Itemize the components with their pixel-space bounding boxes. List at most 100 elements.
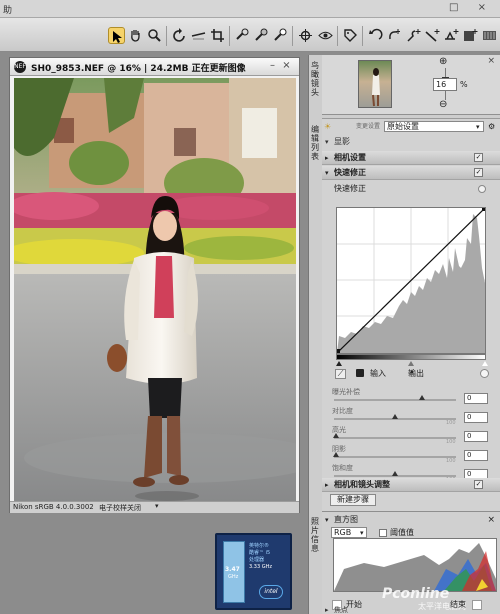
threshold-checkbox[interactable] [379,529,387,537]
zoom-in-icon[interactable]: ⊕ [439,56,447,67]
black-point-slider[interactable] [336,361,342,366]
slider-thumb[interactable] [392,471,398,476]
image-window-title: SH0_9853.NEF @ 16% | 24.2MB 正在更新图像 [31,64,246,74]
panel-close-icon[interactable]: × [487,56,495,66]
reset-radio[interactable] [478,185,486,193]
right-panel: 鸟瞰镜头 ⊕ 16 % ⊖ × 编辑列表 ☀ 变更设置 原始设置 ▾ ⚙ ▾ 显… [308,55,500,614]
cpu-speed: 3.33 GHz [249,564,272,570]
slider-value-input[interactable]: 0 [464,450,488,461]
slider-track[interactable] [334,437,456,439]
collapse-histogram-icon[interactable]: ▾ [325,513,329,527]
input-gradient-bar [336,354,486,360]
slider-value-input[interactable]: 0 [464,431,488,442]
tag-icon[interactable] [342,27,359,44]
slider-thumb[interactable] [333,433,340,438]
white-point-icon[interactable] [272,27,289,44]
tone-curve-graph[interactable] [335,206,487,354]
control-point-icon[interactable] [297,27,314,44]
sun-settings-icon: ☀ [324,122,332,131]
color-profile-label: Nikon sRGB 4.0.0.3002 [13,503,94,511]
gear-icon[interactable]: ⚙ [488,120,495,134]
camera-settings-header[interactable]: ▸ 相机设置 ✓ [322,151,500,165]
crop-icon[interactable] [209,27,226,44]
white-point-slider[interactable] [482,361,488,366]
quick-fix-sub-label: 快速修正 [334,184,366,193]
image-status-bar: Nikon sRGB 4.0.0.3002 电子校样关闭 ▾ [10,501,299,513]
balance-plus-icon[interactable] [443,27,460,44]
straighten-icon[interactable] [190,27,207,44]
minimize-button[interactable]: – [267,61,278,72]
window-buttons[interactable]: □ × [449,2,494,13]
collapse-quickfix-icon[interactable]: ▾ [325,166,329,180]
lens-correction-checkbox[interactable]: ✓ [474,480,483,489]
slider-label: 曝光补偿 [332,388,360,396]
slider-scale-label: 100 [446,420,456,426]
slider-label: 对比度 [332,407,353,415]
slider-value-input[interactable]: 0 [464,412,488,423]
image-window-titlebar[interactable]: NEF SH0_9853.NEF @ 16% | 24.2MB 正在更新图像 –… [10,58,299,76]
grid-plus-icon[interactable] [462,27,479,44]
zoom-unit-label: % [460,80,468,89]
collapse-icon[interactable]: ▾ [325,135,329,149]
settings-select[interactable]: 原始设置 [384,121,484,132]
image-window: NEF SH0_9853.NEF @ 16% | 24.2MB 正在更新图像 –… [9,57,300,513]
soft-proof-status[interactable]: 电子校样关闭 [99,503,141,513]
photo-info-tab[interactable]: 照片信息 [311,517,321,553]
expand-focus-icon[interactable]: ▸ [325,607,329,614]
black-dropper-icon[interactable] [356,369,364,377]
develop-label: 显影 [334,137,350,146]
nef-file-icon: NEF [14,61,26,73]
histogram-close-icon[interactable]: × [487,513,495,527]
focus-label: 焦点 [334,606,348,614]
cpu-ghz: GHz [228,574,239,580]
hand-icon[interactable] [127,27,144,44]
intel-cpu-badge: 3.47 GHz 英特尔® 酷睿™ i5 处理器 3.33 GHz intel [215,533,292,610]
slider-thumb[interactable] [333,452,340,457]
histogram-panel: ▾ 直方图 × RGB ▾ 阈值值 Pconline 太平洋电脑网 开始 结束 [322,511,500,614]
settings-dropdown-icon[interactable]: ▾ [476,120,480,134]
slider-label: 饱和度 [332,464,353,472]
curve-tool-icon[interactable]: ⟋ [335,369,346,379]
red-eye-icon[interactable] [234,27,251,44]
lens-correction-label: 相机和镜头调整 [334,480,390,489]
eye-icon[interactable] [317,27,334,44]
lens-correction-header[interactable]: ▸ 相机和镜头调整 ✓ [322,478,500,492]
quick-fix-checkbox[interactable]: ✓ [474,168,483,177]
slider-track[interactable] [334,399,456,401]
camera-settings-checkbox[interactable]: ✓ [474,153,483,162]
birdseye-tab[interactable]: 鸟瞰镜头 [311,61,321,97]
expand-lens-icon[interactable]: ▸ [325,478,329,492]
zoom-icon[interactable] [146,27,163,44]
rotate-icon[interactable] [171,27,188,44]
color-plus-icon[interactable] [405,27,422,44]
filmstrip-icon[interactable] [481,27,498,44]
slider-thumb[interactable] [392,414,398,419]
cpu-line-1: 英特尔® [249,543,270,549]
slider-value-input[interactable]: 0 [464,393,488,404]
quick-fix-label: 快速修正 [334,168,366,177]
toolbar [0,18,500,52]
input-label: 输入 [370,369,386,378]
help-menu[interactable]: 助 [3,3,12,16]
new-step-button[interactable]: 新建步骤 [330,494,376,506]
birdseye-thumbnail[interactable] [358,60,392,108]
undo-icon[interactable] [367,27,384,44]
edit-list-tab[interactable]: 编辑列表 [311,125,321,161]
slider-track[interactable] [334,456,456,458]
line-plus-icon[interactable] [424,27,441,44]
color-picker-icon[interactable] [253,27,270,44]
photo-canvas[interactable] [14,78,296,502]
quick-fix-header[interactable]: ▾ 快速修正 ✓ [322,166,500,180]
proof-dropdown-icon[interactable]: ▾ [155,502,159,510]
histogram-graph [333,538,497,592]
close-button[interactable]: × [281,61,292,72]
zoom-out-icon[interactable]: ⊖ [439,99,447,110]
direct-select-icon[interactable] [108,27,125,44]
slider-thumb[interactable] [418,395,425,400]
rotate-plus-icon[interactable] [386,27,403,44]
edit-list-panel: ☀ 变更设置 原始设置 ▾ ⚙ ▾ 显影 ▸ 相机设置 ✓ ▾ 快速修正 ✓ 快… [322,118,500,511]
expand-icon[interactable]: ▸ [325,151,329,165]
camera-settings-label: 相机设置 [334,153,366,162]
zoom-input[interactable]: 16 [433,78,457,91]
curve-reset-icon[interactable] [480,369,489,378]
